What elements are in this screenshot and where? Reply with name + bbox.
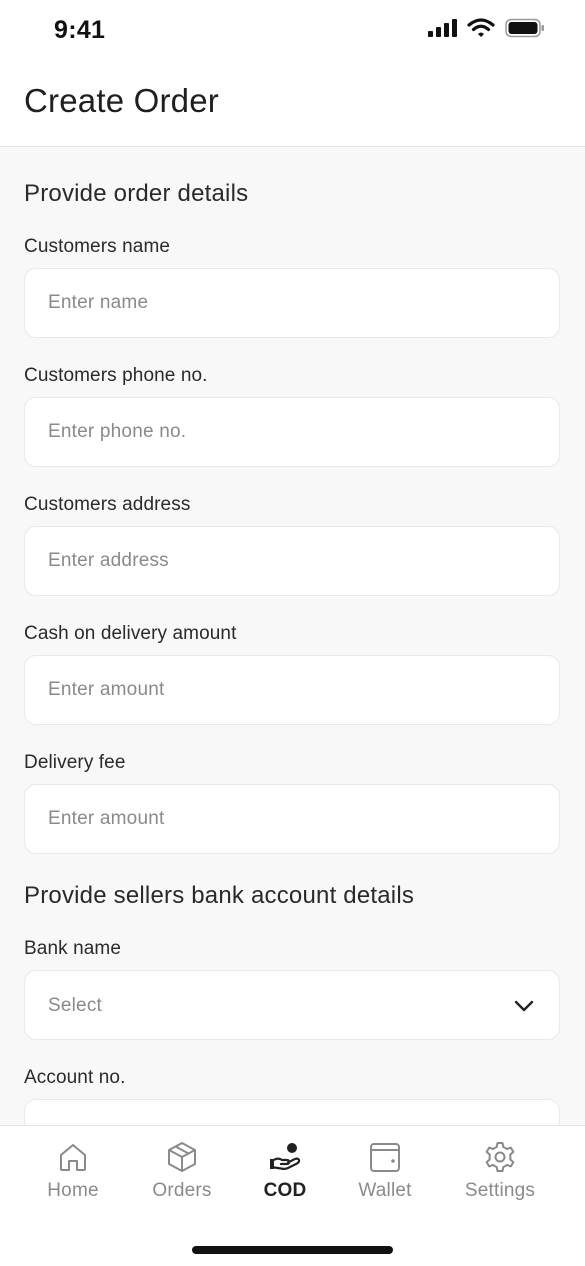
customer-phone-input[interactable] xyxy=(25,398,559,466)
home-icon xyxy=(60,1144,86,1171)
delivery-fee-input[interactable] xyxy=(25,785,559,853)
home-indicator[interactable] xyxy=(192,1246,393,1254)
battery-icon xyxy=(505,18,544,38)
hand-coin-icon xyxy=(269,1143,301,1170)
bank-details-heading: Provide sellers bank account details xyxy=(24,882,415,909)
gear-icon xyxy=(485,1142,515,1172)
nav-label-orders: Orders xyxy=(152,1180,212,1201)
nav-item-orders[interactable]: Orders xyxy=(127,1140,237,1202)
customer-name-field[interactable] xyxy=(24,268,560,338)
nav-label-cod: COD xyxy=(263,1180,307,1201)
customer-address-field[interactable] xyxy=(24,526,560,596)
status-time: 9:41 xyxy=(54,16,106,44)
account-no-input[interactable] xyxy=(25,1100,559,1125)
chevron-down-icon xyxy=(514,1000,534,1012)
order-details-heading: Provide order details xyxy=(24,180,249,207)
wallet-icon xyxy=(370,1143,400,1172)
status-icons xyxy=(427,18,545,38)
bank-name-label: Bank name xyxy=(24,938,122,959)
delivery-fee-field[interactable] xyxy=(24,784,560,854)
bottom-nav: Home Orders COD Wallet Settings xyxy=(0,1125,585,1266)
order-form: Provide order details Customers name Cus… xyxy=(0,147,585,1125)
box-icon xyxy=(168,1142,196,1172)
nav-item-settings[interactable]: Settings xyxy=(445,1140,555,1202)
wifi-icon xyxy=(467,18,495,37)
customer-name-label: Customers name xyxy=(24,236,171,257)
cod-amount-field[interactable] xyxy=(24,655,560,725)
nav-label-home: Home xyxy=(47,1180,99,1201)
customer-phone-label: Customers phone no. xyxy=(24,365,208,386)
create-order-screen: 9:41 Create Order Provide order details … xyxy=(0,0,585,1266)
customer-address-label: Customers address xyxy=(24,494,191,515)
nav-label-settings: Settings xyxy=(464,1180,536,1201)
cod-amount-input[interactable] xyxy=(25,656,559,724)
nav-label-wallet: Wallet xyxy=(358,1180,412,1201)
nav-item-cod[interactable]: COD xyxy=(230,1140,340,1202)
customer-phone-field[interactable] xyxy=(24,397,560,467)
account-no-label: Account no. xyxy=(24,1067,126,1088)
delivery-fee-label: Delivery fee xyxy=(24,752,126,773)
customer-name-input[interactable] xyxy=(25,269,559,337)
bank-name-select[interactable]: Select xyxy=(24,970,560,1040)
nav-item-home[interactable]: Home xyxy=(18,1140,128,1202)
header-area: 9:41 Create Order xyxy=(0,0,585,147)
bank-name-selected-value: Select xyxy=(48,995,103,1016)
customer-address-input[interactable] xyxy=(25,527,559,595)
page-title: Create Order xyxy=(24,82,219,119)
nav-item-wallet[interactable]: Wallet xyxy=(330,1140,440,1202)
cellular-signal-icon xyxy=(428,19,457,37)
account-no-field[interactable] xyxy=(24,1099,560,1125)
cod-amount-label: Cash on delivery amount xyxy=(24,623,237,644)
